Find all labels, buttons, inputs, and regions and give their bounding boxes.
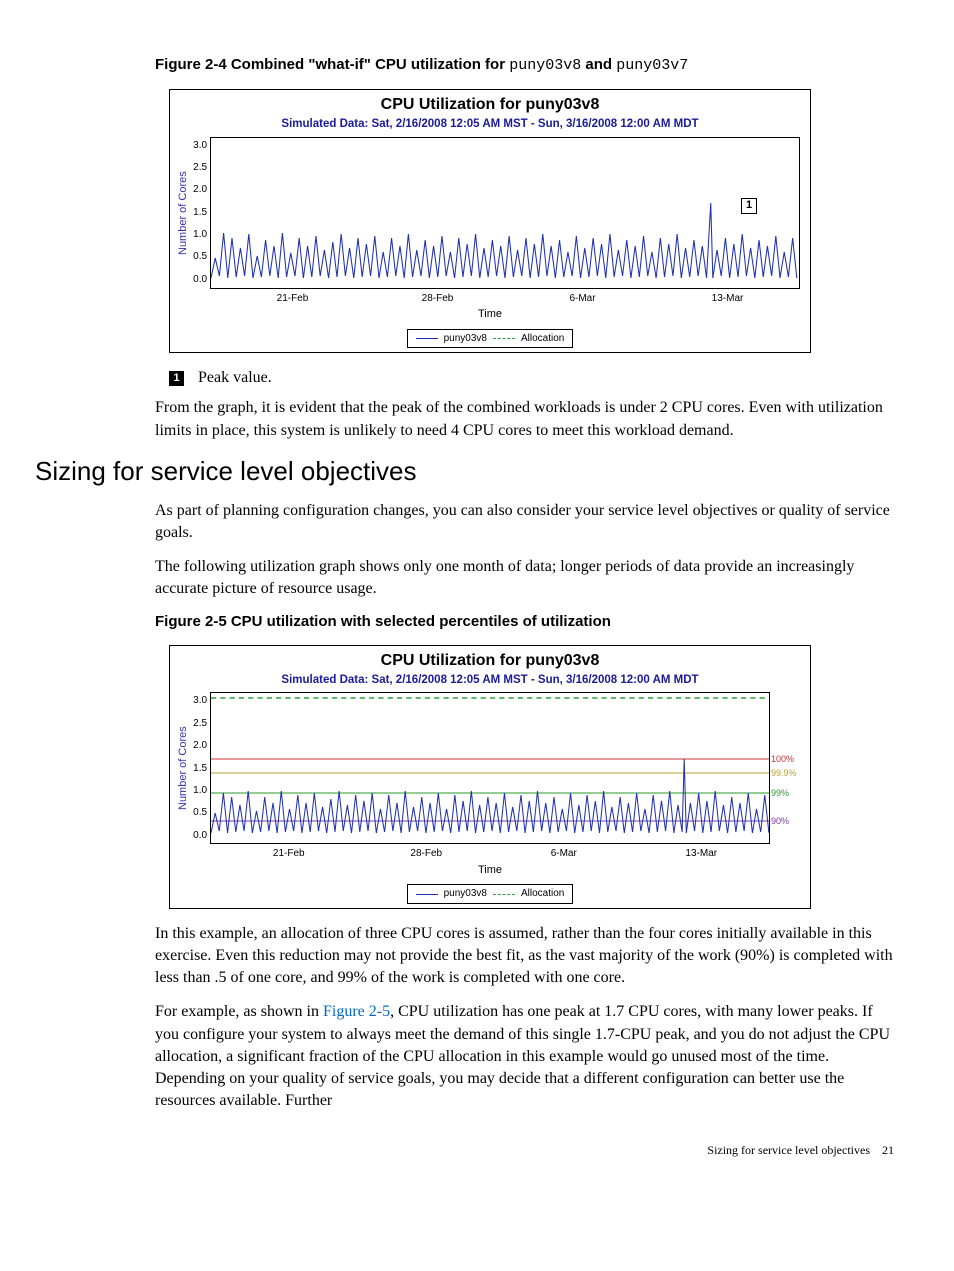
figure-2-5-chart: CPU Utilization for puny03v8 Simulated D… xyxy=(169,645,894,910)
paragraph: The following utilization graph shows on… xyxy=(155,556,894,600)
chart-legend: puny03v8 Allocation xyxy=(407,884,574,904)
chart-subtitle: Simulated Data: Sat, 2/16/2008 12:05 AM … xyxy=(170,116,810,137)
chart-title: CPU Utilization for puny03v8 xyxy=(170,646,810,672)
paragraph: For example, as shown in Figure 2-5, CPU… xyxy=(155,1001,894,1111)
paragraph: In this example, an allocation of three … xyxy=(155,923,894,989)
figure-2-4-chart: CPU Utilization for puny03v8 Simulated D… xyxy=(169,89,894,354)
chart-title: CPU Utilization for puny03v8 xyxy=(170,90,810,116)
plot-area: 1 xyxy=(210,137,800,289)
figure-callout-row: 1 Peak value. xyxy=(169,367,894,389)
callout-text: Peak value. xyxy=(198,367,272,389)
callout-number-icon: 1 xyxy=(169,371,184,386)
percentile-label-999: 99.9% xyxy=(771,767,797,779)
paragraph: As part of planning configuration change… xyxy=(155,500,894,544)
x-axis-label: Time xyxy=(170,863,810,878)
percentile-label-100: 100% xyxy=(771,753,794,765)
y-axis-label: Number of Cores xyxy=(174,137,193,289)
page-footer: Sizing for service level objectives 21 xyxy=(95,1142,894,1159)
percentile-label-99: 99% xyxy=(771,787,789,799)
chart-legend: puny03v8 Allocation xyxy=(407,329,574,349)
callout-marker-1: 1 xyxy=(741,198,757,214)
y-axis-ticks: 3.02.52.01.51.00.50.0 xyxy=(193,692,210,844)
figure-reference-link[interactable]: Figure 2-5 xyxy=(323,1003,390,1020)
figure-2-5-caption: Figure 2-5 CPU utilization with selected… xyxy=(155,612,894,633)
section-heading: Sizing for service level objectives xyxy=(35,454,894,490)
figure-2-4-caption: Figure 2-4 Combined "what-if" CPU utiliz… xyxy=(155,55,894,77)
x-axis-label: Time xyxy=(170,307,810,322)
paragraph: From the graph, it is evident that the p… xyxy=(155,397,894,441)
y-axis-label: Number of Cores xyxy=(174,692,193,844)
x-axis-ticks: 21-Feb28-Feb6-Mar13-Mar xyxy=(220,289,800,306)
chart-subtitle: Simulated Data: Sat, 2/16/2008 12:05 AM … xyxy=(170,672,810,693)
plot-area: 100% 99.9% 99% 90% xyxy=(210,692,770,844)
x-axis-ticks: 21-Feb28-Feb6-Mar13-Mar xyxy=(220,844,770,861)
percentile-label-90: 90% xyxy=(771,815,789,827)
y-axis-ticks: 3.02.52.01.51.00.50.0 xyxy=(193,137,210,289)
